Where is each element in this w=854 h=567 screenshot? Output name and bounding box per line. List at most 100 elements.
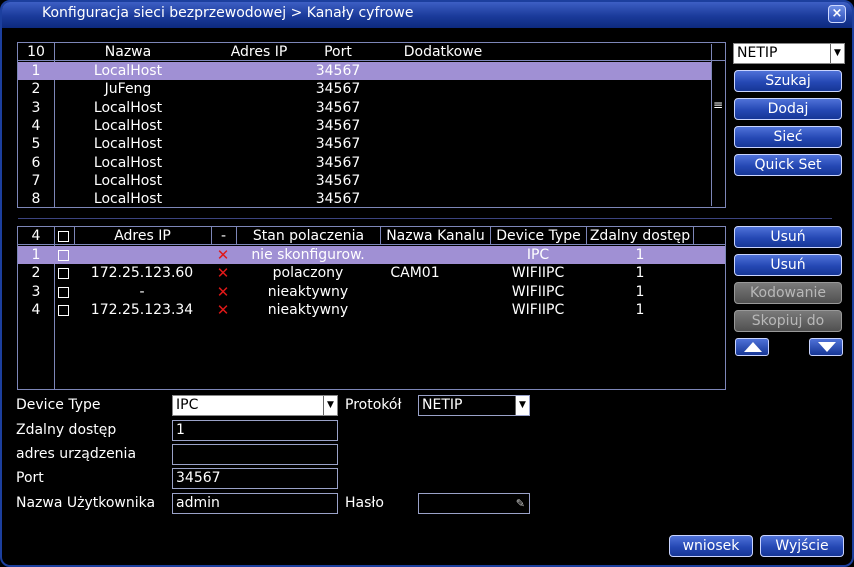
device-name: JuFeng bbox=[104, 81, 152, 98]
row-checkbox[interactable] bbox=[58, 250, 69, 261]
remote-access-label: Zdalny dostęp bbox=[16, 422, 117, 438]
table-row[interactable]: 2 172.25.123.60 polaczony CAM01 WIFIIPC 1 ✕ bbox=[18, 264, 725, 282]
close-icon: × bbox=[831, 6, 843, 21]
row-checkbox[interactable] bbox=[58, 304, 69, 316]
device-type: IPC bbox=[526, 247, 550, 263]
quick-set-button[interactable]: Quick Set bbox=[734, 154, 842, 176]
header-device-type: Device Type bbox=[490, 227, 586, 245]
error-x-icon: ✕ bbox=[216, 264, 230, 283]
device-type-label: Device Type bbox=[16, 397, 101, 413]
remote-channel: 1 bbox=[635, 301, 645, 318]
row-number: 2 bbox=[31, 265, 41, 282]
header-mark: - bbox=[211, 227, 235, 245]
add-button[interactable]: Dodaj bbox=[734, 98, 842, 120]
channel-count: 4 bbox=[31, 228, 41, 244]
chevron-down-icon: ▼ bbox=[515, 396, 529, 415]
device-port: 34567 bbox=[315, 172, 361, 189]
arrow-up-icon bbox=[744, 342, 762, 352]
dialog-window: Konfiguracja sieci bezprzewodowej > Kana… bbox=[0, 0, 854, 567]
table-row[interactable]: 7 LocalHost 34567 bbox=[18, 172, 711, 190]
row-number: 2 bbox=[31, 81, 41, 98]
table-row[interactable]: 4 LocalHost 34567 bbox=[18, 117, 711, 135]
connection-status: nieaktywny bbox=[267, 301, 349, 318]
table-header: 4 Adres IP - Stan polaczenia Nazwa Kanal… bbox=[18, 227, 718, 245]
channel-list[interactable]: 4 Adres IP - Stan polaczenia Nazwa Kanal… bbox=[17, 226, 726, 390]
username-label: Nazwa Użytkownika bbox=[16, 495, 156, 511]
device-port: 34567 bbox=[315, 63, 361, 79]
row-number: 4 bbox=[31, 117, 41, 134]
copy-to-button[interactable]: Skopiuj do bbox=[734, 310, 842, 332]
table-row[interactable]: 2 JuFeng 34567 bbox=[18, 80, 711, 98]
device-name: LocalHost bbox=[93, 154, 163, 171]
header-status: Stan polaczenia bbox=[236, 227, 380, 245]
table-row[interactable]: 1 LocalHost 34567 bbox=[18, 62, 711, 80]
table-row[interactable]: 6 LocalHost 34567 bbox=[18, 154, 711, 172]
table-row[interactable]: 8 LocalHost 34567 bbox=[18, 190, 711, 208]
row-number: 6 bbox=[31, 154, 41, 171]
device-search-list[interactable]: 10 Nazwa Adres IP Port Dodatkowe 1 LocalH… bbox=[17, 42, 726, 208]
section-divider bbox=[18, 218, 832, 219]
remote-channel: 1 bbox=[635, 247, 645, 263]
select-all-checkbox[interactable] bbox=[58, 231, 69, 242]
device-type-select[interactable]: IPC ▼ bbox=[172, 395, 338, 416]
chevron-down-icon: ▼ bbox=[830, 44, 844, 63]
username-input[interactable]: admin bbox=[172, 493, 338, 514]
exit-button[interactable]: Wyjście bbox=[760, 535, 844, 557]
protocol-label: Protokół bbox=[345, 397, 402, 413]
table-row[interactable]: 3 - nieaktywny WIFIIPC 1 ✕ bbox=[18, 283, 725, 301]
channel-ip: - bbox=[139, 283, 145, 300]
password-label: Hasło bbox=[345, 495, 384, 511]
protocol-filter-select[interactable]: NETIP ▼ bbox=[733, 43, 845, 64]
title-bar: Konfiguracja sieci bezprzewodowej > Kana… bbox=[2, 2, 852, 28]
close-button[interactable]: × bbox=[828, 5, 846, 23]
search-button[interactable]: Szukaj bbox=[734, 70, 842, 92]
table-row[interactable]: 1 nie skonfigurow. IPC 1 ✕ bbox=[18, 246, 725, 264]
protocol-select[interactable]: NETIP ▼ bbox=[418, 395, 530, 416]
port-input[interactable]: 34567 bbox=[172, 468, 338, 489]
connection-status: nieaktywny bbox=[267, 283, 349, 300]
protocol-value: NETIP bbox=[422, 397, 463, 413]
delete-button[interactable]: Usuń bbox=[734, 226, 842, 248]
device-name: LocalHost bbox=[93, 117, 163, 134]
remote-access-input[interactable]: 1 bbox=[172, 420, 338, 441]
keyboard-icon: ✎ bbox=[515, 497, 525, 510]
device-name: LocalHost bbox=[93, 63, 163, 79]
header-ip: Adres IP bbox=[74, 227, 210, 245]
window-title: Konfiguracja sieci bezprzewodowej > Kana… bbox=[42, 5, 414, 21]
table-row[interactable]: 4 172.25.123.34 nieaktywny WIFIIPC 1 ✕ bbox=[18, 301, 725, 319]
row-checkbox[interactable] bbox=[58, 286, 69, 298]
header-port: Port bbox=[324, 44, 352, 60]
channel-name: CAM01 bbox=[390, 265, 440, 282]
row-number: 7 bbox=[31, 172, 41, 189]
row-number: 3 bbox=[31, 283, 41, 300]
error-x-icon: ✕ bbox=[216, 282, 230, 301]
device-port: 34567 bbox=[315, 81, 361, 98]
connection-status: nie skonfigurow. bbox=[251, 247, 365, 263]
row-number: 3 bbox=[31, 99, 41, 116]
delete-all-button[interactable]: Usuń bbox=[734, 254, 842, 276]
list-scrollbar[interactable]: ≡ bbox=[711, 44, 725, 206]
chevron-down-icon: ▼ bbox=[323, 396, 337, 415]
device-port: 34567 bbox=[315, 154, 361, 171]
row-number: 8 bbox=[31, 191, 41, 208]
table-row[interactable]: 3 LocalHost 34567 bbox=[18, 99, 711, 117]
table-row[interactable]: 5 LocalHost 34567 bbox=[18, 135, 711, 153]
error-x-icon: ✕ bbox=[216, 246, 230, 264]
encoding-button[interactable]: Kodowanie bbox=[734, 282, 842, 304]
connection-status: polaczony bbox=[272, 265, 344, 282]
header-name: Nazwa bbox=[104, 44, 152, 60]
device-type: WIFIIPC bbox=[511, 283, 565, 300]
password-input[interactable]: ✎ bbox=[418, 493, 530, 514]
move-down-button[interactable] bbox=[809, 338, 843, 356]
device-address-input[interactable] bbox=[172, 444, 338, 465]
device-name: LocalHost bbox=[93, 172, 163, 189]
network-button[interactable]: Sieć bbox=[734, 126, 842, 148]
device-type: WIFIIPC bbox=[511, 301, 565, 318]
device-port: 34567 bbox=[315, 99, 361, 116]
scroll-grip-icon: ≡ bbox=[713, 98, 724, 112]
row-checkbox[interactable] bbox=[58, 268, 69, 280]
port-label: Port bbox=[16, 470, 44, 486]
row-number: 1 bbox=[31, 63, 41, 79]
move-up-button[interactable] bbox=[735, 338, 769, 356]
apply-button[interactable]: wniosek bbox=[669, 535, 753, 557]
